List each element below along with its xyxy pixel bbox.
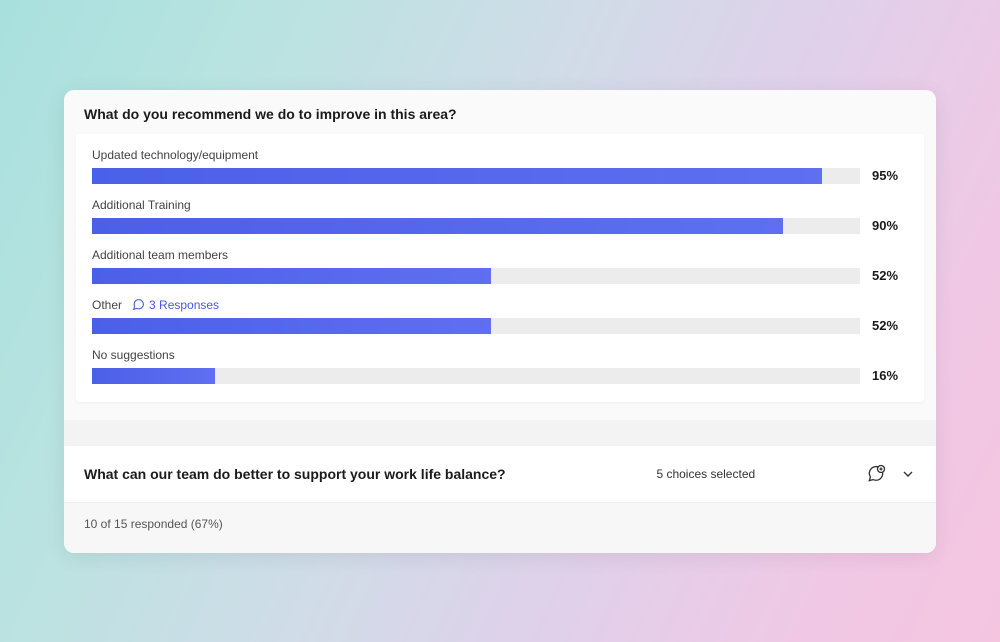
bar-fill xyxy=(92,218,783,234)
bar-row: Other 3 Responses 52% xyxy=(92,298,908,334)
poll-results-card: What do you recommend we do to improve i… xyxy=(64,90,936,553)
bar-row: Additional team members 52% xyxy=(92,248,908,284)
bar-pct: 16% xyxy=(872,368,908,383)
responded-text: 10 of 15 responded (67%) xyxy=(84,517,223,531)
bar-track xyxy=(92,168,860,184)
chevron-down-icon xyxy=(900,466,916,482)
bar-label: No suggestions xyxy=(92,348,175,362)
question1-title: What do you recommend we do to improve i… xyxy=(64,90,936,134)
bar-pct: 52% xyxy=(872,268,908,283)
bar-row: Updated technology/equipment 95% xyxy=(92,148,908,184)
question2-header[interactable]: What can our team do better to support y… xyxy=(64,446,936,503)
bar-row: Additional Training 90% xyxy=(92,198,908,234)
add-comment-button[interactable] xyxy=(866,464,886,484)
comment-plus-icon xyxy=(866,464,886,484)
bar-label: Updated technology/equipment xyxy=(92,148,258,162)
bar-row: No suggestions 16% xyxy=(92,348,908,384)
bar-track xyxy=(92,218,860,234)
bar-label: Additional Training xyxy=(92,198,191,212)
bar-label: Other xyxy=(92,298,122,312)
bar-track xyxy=(92,318,860,334)
bar-fill xyxy=(92,368,215,384)
bar-track xyxy=(92,368,860,384)
question2-actions xyxy=(866,464,916,484)
responses-link[interactable]: 3 Responses xyxy=(132,298,219,312)
bar-pct: 95% xyxy=(872,168,908,183)
bar-fill xyxy=(92,168,822,184)
chat-icon xyxy=(132,298,145,311)
bar-label: Additional team members xyxy=(92,248,228,262)
bar-pct: 52% xyxy=(872,318,908,333)
response-summary: 10 of 15 responded (67%) xyxy=(64,503,936,553)
expand-toggle[interactable] xyxy=(900,466,916,482)
chart-panel: Updated technology/equipment 95% Additio… xyxy=(76,134,924,402)
section-divider xyxy=(64,420,936,446)
choices-selected-text: 5 choices selected xyxy=(546,467,866,481)
question2-title: What can our team do better to support y… xyxy=(84,466,506,482)
bar-fill xyxy=(92,318,491,334)
bar-pct: 90% xyxy=(872,218,908,233)
bar-track xyxy=(92,268,860,284)
responses-link-text: 3 Responses xyxy=(149,298,219,312)
bar-fill xyxy=(92,268,491,284)
